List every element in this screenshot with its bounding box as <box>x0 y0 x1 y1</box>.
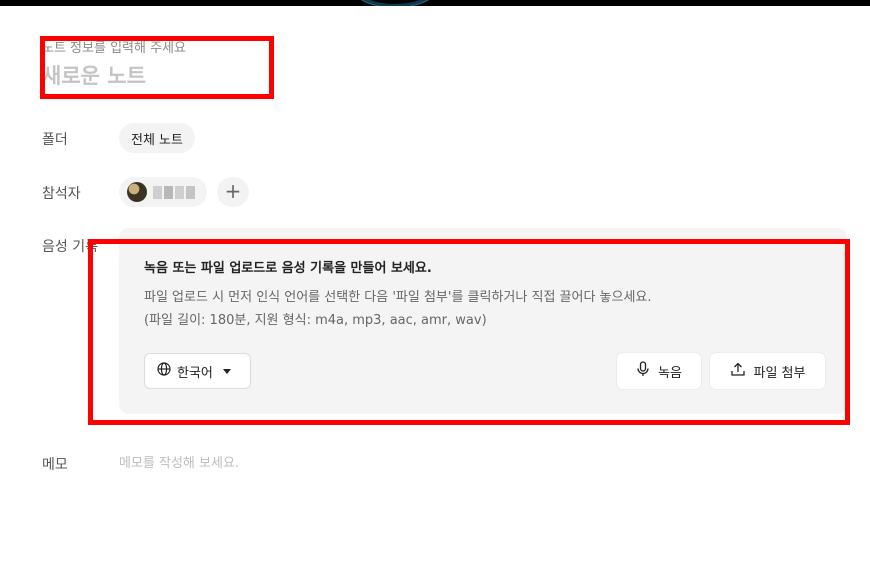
top-bar-decoration <box>350 0 440 6</box>
folder-label: 폴더 <box>42 132 68 148</box>
folder-value: 전체 노트 <box>131 132 183 148</box>
attendee-chip[interactable] <box>119 177 207 207</box>
plus-icon: + <box>224 179 242 203</box>
memo-label: 메모 <box>42 457 68 473</box>
add-attendee-button[interactable]: + <box>217 177 249 207</box>
attendees-label: 참석자 <box>42 186 81 202</box>
attendee-name-blurred <box>153 185 195 199</box>
memo-input[interactable] <box>119 452 519 474</box>
highlight-box-audio <box>88 239 850 425</box>
highlight-box-title <box>40 36 274 99</box>
avatar <box>127 182 147 202</box>
folder-chip[interactable]: 전체 노트 <box>119 123 195 153</box>
